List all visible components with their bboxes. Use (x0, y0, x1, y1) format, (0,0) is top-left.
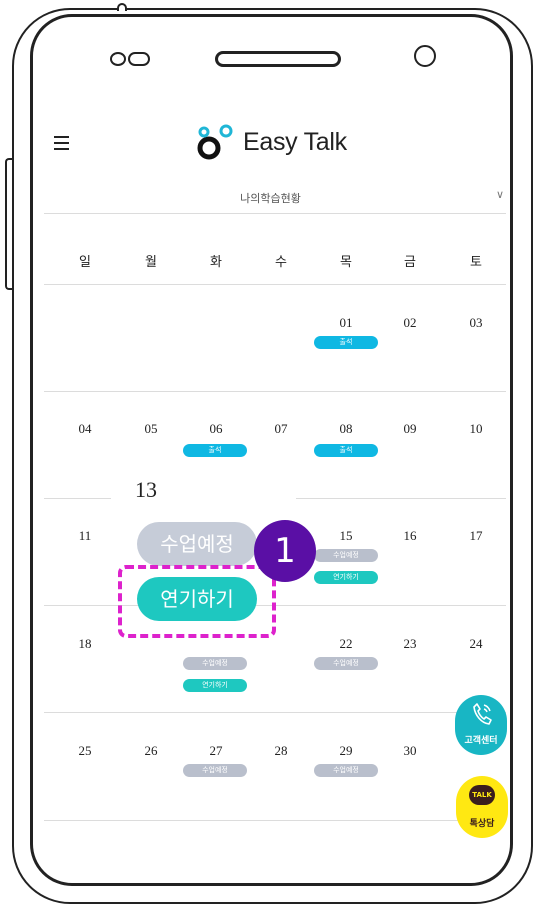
calendar-day[interactable]: 24 (456, 636, 496, 652)
sensor-icon (414, 45, 436, 67)
weekday-thu: 목 (340, 255, 352, 270)
weekday-fri: 금 (404, 255, 416, 270)
menu-icon[interactable] (54, 136, 69, 150)
divider (44, 284, 506, 285)
phone-icon (473, 703, 492, 725)
calendar-day[interactable]: 09 (390, 421, 430, 437)
calendar-day[interactable]: 25 (65, 743, 105, 759)
customer-center-button[interactable]: 고객센터 (455, 695, 507, 755)
zoom-day-number: 13 (135, 477, 157, 502)
customer-center-label: 고객센터 (464, 736, 498, 746)
attendance-tag: 출석 (183, 444, 247, 457)
postpone-button[interactable]: 연기하기 (183, 679, 247, 692)
calendar-day[interactable]: 08 (326, 421, 366, 437)
calendar-day[interactable]: 17 (456, 528, 496, 544)
scheduled-tag: 수업예정 (314, 657, 378, 670)
calendar-day[interactable]: 27 (196, 743, 236, 759)
camera-icon (110, 52, 150, 68)
logo-text: Easy Talk (243, 127, 347, 156)
divider (44, 391, 506, 392)
kakao-talk-button[interactable]: TALK 톡상담 (456, 776, 508, 838)
calendar-day[interactable]: 03 (456, 315, 496, 331)
calendar-title: 나의학습현황 (240, 192, 301, 205)
calendar-day[interactable]: 18 (65, 636, 105, 652)
divider (44, 712, 506, 713)
calendar-day[interactable]: 26 (131, 743, 171, 759)
calendar-day[interactable]: 05 (131, 421, 171, 437)
scheduled-tag: 수업예정 (314, 764, 378, 777)
weekday-wed: 수 (275, 255, 287, 270)
calendar-day[interactable]: 04 (65, 421, 105, 437)
step-badge: 1 (254, 520, 316, 582)
calendar-day[interactable]: 30 (390, 743, 430, 759)
scheduled-tag: 수업예정 (314, 549, 378, 562)
easytalk-logo-icon (197, 124, 233, 160)
calendar-day[interactable]: 07 (261, 421, 301, 437)
weekday-sun: 일 (79, 255, 91, 270)
calendar-day[interactable]: 10 (456, 421, 496, 437)
calendar-day[interactable]: 16 (390, 528, 430, 544)
phone-top-button (117, 3, 127, 11)
app-logo[interactable]: Easy Talk (195, 116, 347, 168)
divider (44, 213, 506, 214)
calendar-day[interactable]: 22 (326, 636, 366, 652)
chevron-down-icon[interactable]: ∨ (496, 188, 504, 201)
calendar-day[interactable]: 23 (390, 636, 430, 652)
calendar-day[interactable]: 01 (326, 315, 366, 331)
calendar-day[interactable]: 28 (261, 743, 301, 759)
attendance-tag: 출석 (314, 444, 378, 457)
weekday-sat: 토 (470, 255, 482, 270)
scheduled-tag-zoomed: 수업예정 (137, 522, 257, 566)
calendar-day[interactable]: 15 (326, 528, 366, 544)
attendance-tag: 출석 (314, 336, 378, 349)
speaker-grille (215, 51, 341, 67)
postpone-button[interactable]: 연기하기 (314, 571, 378, 584)
scheduled-tag: 수업예정 (183, 764, 247, 777)
calendar-day[interactable]: 02 (390, 315, 430, 331)
scheduled-tag: 수업예정 (183, 657, 247, 670)
postpone-button-zoomed[interactable]: 연기하기 (137, 577, 257, 621)
zoom-callout: 13 (111, 469, 296, 509)
weekday-tue: 화 (210, 255, 222, 270)
calendar-day[interactable]: 06 (196, 421, 236, 437)
kakao-talk-label: 톡상담 (469, 819, 495, 829)
calendar-day[interactable]: 11 (65, 528, 105, 544)
divider (44, 820, 506, 821)
calendar-day[interactable]: 29 (326, 743, 366, 759)
phone-side-button (5, 158, 12, 290)
weekday-mon: 월 (145, 255, 157, 270)
kakao-talk-icon: TALK (469, 785, 495, 805)
